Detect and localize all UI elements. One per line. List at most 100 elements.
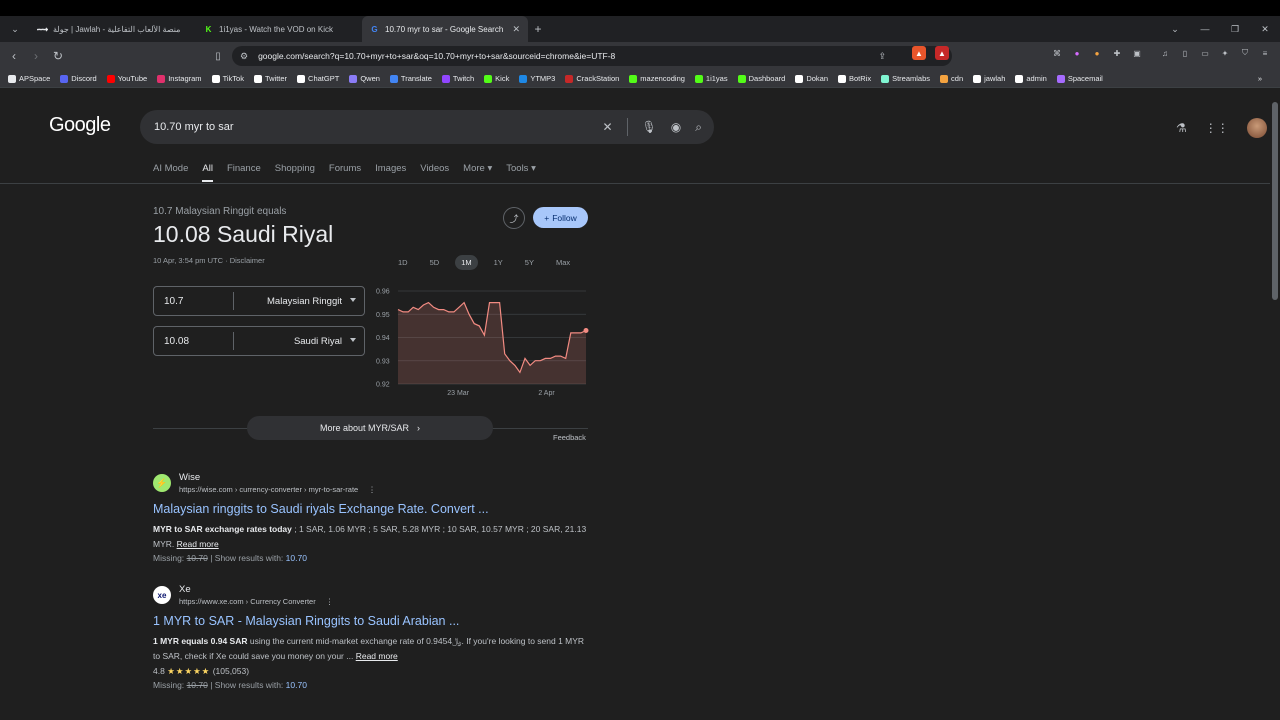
bookmark-streamlabs[interactable]: Streamlabs xyxy=(881,74,930,83)
show-results-link[interactable]: 10.70 xyxy=(286,553,307,563)
bookmark-jawlah[interactable]: jawlah xyxy=(973,74,1005,83)
to-amount-input[interactable]: 10.08 xyxy=(154,332,234,350)
tab-list-icon[interactable]: ⌄ xyxy=(1160,24,1190,35)
extension-icon[interactable]: ▲ xyxy=(912,46,926,60)
tab-tools[interactable]: Tools ▾ xyxy=(506,163,536,182)
range-max[interactable]: Max xyxy=(550,255,576,270)
result-title-link[interactable]: 1 MYR to SAR - Malaysian Ringgits to Sau… xyxy=(153,614,593,628)
bookmark-spacemail[interactable]: Spacemail xyxy=(1056,74,1103,83)
puzzle-icon[interactable]: ✚ xyxy=(1110,46,1124,60)
bookmark-kick[interactable]: Kick xyxy=(484,74,509,83)
microphone-icon[interactable]: 🎙 xyxy=(642,120,657,134)
bookmark-twitch[interactable]: Twitch xyxy=(441,74,474,83)
forward-button[interactable]: › xyxy=(26,46,46,66)
bookmark-crackstation[interactable]: CrackStation xyxy=(565,74,619,83)
bookmark-admin[interactable]: admin xyxy=(1015,74,1047,83)
show-results-link[interactable]: 10.70 xyxy=(286,680,307,690)
result-site-name[interactable]: Xe xyxy=(179,584,333,595)
tab-jawlah[interactable]: ⟿ جولة | Jawlah - منصة الألعاب التفاعلية xyxy=(30,16,196,42)
share-page-icon[interactable]: ⇪ xyxy=(878,51,886,62)
more-options-icon[interactable]: ⋮ xyxy=(326,597,334,606)
tab-google-search[interactable]: G 10.70 myr to sar - Google Search ✕ xyxy=(362,16,528,42)
result-title-link[interactable]: Malaysian ringgits to Saudi riyals Excha… xyxy=(153,502,593,516)
more-options-icon[interactable]: ⋮ xyxy=(368,485,376,494)
more-bookmarks-icon[interactable]: » xyxy=(1258,74,1262,83)
bookmark-dokan[interactable]: Dokan xyxy=(795,74,828,83)
tab-ai-mode[interactable]: AI Mode xyxy=(153,163,188,182)
bookmark-ytmp3[interactable]: YTMP3 xyxy=(519,74,555,83)
to-currency-select[interactable]: Saudi Riyal xyxy=(234,336,364,347)
back-button[interactable]: ‹ xyxy=(4,46,24,66)
search-input[interactable]: 10.70 myr to sar ✕ 🎙 ◉ ⌕ xyxy=(140,110,714,144)
google-logo[interactable]: Google xyxy=(49,114,111,137)
tab-kick[interactable]: K 1i1yas - Watch the VOD on Kick xyxy=(196,16,362,42)
tab-finance[interactable]: Finance xyxy=(227,163,261,182)
apps-grid-icon[interactable]: ⋮⋮ xyxy=(1205,121,1229,135)
scrollbar-thumb[interactable] xyxy=(1272,102,1278,300)
more-about-button[interactable]: More about MYR/SAR › xyxy=(247,416,493,440)
new-tab-button[interactable]: + xyxy=(528,16,548,42)
extension-icon[interactable]: ● xyxy=(1090,46,1104,60)
range-5d[interactable]: 5D xyxy=(424,255,446,270)
bookmark-discord[interactable]: Discord xyxy=(60,74,97,83)
minimize-button[interactable]: — xyxy=(1190,24,1220,34)
result-url[interactable]: https://wise.com › currency-converter › … xyxy=(179,485,376,494)
maximize-button[interactable]: ❐ xyxy=(1220,24,1250,35)
vpn-icon[interactable]: ⛉ xyxy=(1238,46,1252,60)
sidebar-icon[interactable]: ▯ xyxy=(1178,46,1192,60)
tab-forums[interactable]: Forums xyxy=(329,163,361,182)
tab-shopping[interactable]: Shopping xyxy=(275,163,315,182)
bookmark-star-icon[interactable]: ▯ xyxy=(208,46,228,66)
range-1m[interactable]: 1M xyxy=(455,255,478,270)
tab-search-icon[interactable]: ⌄ xyxy=(0,16,30,42)
bookmark-youtube[interactable]: YouTube xyxy=(106,74,147,83)
tab-more[interactable]: More ▾ xyxy=(463,163,492,182)
menu-icon[interactable]: ≡ xyxy=(1258,46,1272,60)
read-more-link[interactable]: Read more xyxy=(177,539,219,549)
lens-camera-icon[interactable]: ◉ xyxy=(671,120,681,134)
bookmark-translate[interactable]: Translate xyxy=(389,74,432,83)
close-tab-icon[interactable]: ✕ xyxy=(512,24,520,35)
address-bar[interactable]: ⚙ google.com/search?q=10.70+myr+to+sar&o… xyxy=(232,46,952,66)
music-icon[interactable]: ♫ xyxy=(1158,46,1172,60)
controller-icon[interactable]: ⌘ xyxy=(1050,46,1064,60)
extension-icon[interactable]: ▣ xyxy=(1130,46,1144,60)
bookmark-tiktok[interactable]: TikTok xyxy=(211,74,244,83)
ai-icon[interactable]: ✦ xyxy=(1218,46,1232,60)
bookmark-instagram[interactable]: Instagram xyxy=(157,74,202,83)
tab-all[interactable]: All xyxy=(202,163,213,182)
extension-icon[interactable]: ● xyxy=(1070,46,1084,60)
search-icon[interactable]: ⌕ xyxy=(695,120,702,135)
bookmark-dashboard[interactable]: Dashboard xyxy=(737,74,785,83)
range-1d[interactable]: 1D xyxy=(392,255,414,270)
reload-button[interactable]: ↻ xyxy=(48,46,68,66)
tab-images[interactable]: Images xyxy=(375,163,406,182)
share-button[interactable]: ⤴ xyxy=(503,207,525,229)
range-1y[interactable]: 1Y xyxy=(488,255,509,270)
extension-icon[interactable]: ▲ xyxy=(935,46,949,60)
follow-button[interactable]: + Follow xyxy=(533,207,588,228)
close-window-button[interactable]: ✕ xyxy=(1250,24,1280,35)
feedback-link[interactable]: Feedback xyxy=(553,433,586,442)
range-5y[interactable]: 5Y xyxy=(519,255,540,270)
result-site-name[interactable]: Wise xyxy=(179,472,376,483)
from-amount-input[interactable]: 10.7 xyxy=(154,292,234,310)
read-more-link[interactable]: Read more xyxy=(356,651,398,661)
bookmark-botrix[interactable]: BotRix xyxy=(838,74,871,83)
result-url[interactable]: https://www.xe.com › Currency Converter ⋮ xyxy=(179,597,333,606)
labs-flask-icon[interactable]: ⚗ xyxy=(1176,121,1187,135)
bookmark-cdn[interactable]: cdn xyxy=(940,74,963,83)
avatar[interactable] xyxy=(1246,118,1267,138)
site-info-icon[interactable]: ⚙ xyxy=(240,51,248,62)
tab-videos[interactable]: Videos xyxy=(420,163,449,182)
bookmark-twitter[interactable]: Twitter xyxy=(253,74,287,83)
clear-icon[interactable]: ✕ xyxy=(602,120,612,134)
exchange-rate-chart[interactable]: 0.96 0.95 0.94 0.93 0.92 23 Mar 2 Apr xyxy=(372,284,592,400)
bookmark-mazencoding[interactable]: mazencoding xyxy=(629,74,685,83)
bookmark-1i1yas[interactable]: 1i1yas xyxy=(694,74,728,83)
from-currency-select[interactable]: Malaysian Ringgit xyxy=(234,296,364,307)
disclaimer-link[interactable]: Disclaimer xyxy=(230,256,265,265)
wallet-icon[interactable]: ▭ xyxy=(1198,46,1212,60)
bookmark-qwen[interactable]: Qwen xyxy=(349,74,380,83)
bookmark-chatgpt[interactable]: ChatGPT xyxy=(297,74,339,83)
